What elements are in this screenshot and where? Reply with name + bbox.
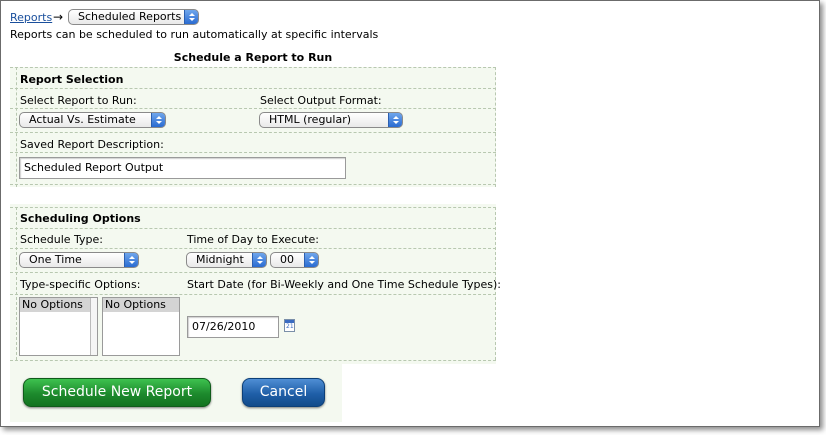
breadcrumb-reports-link[interactable]: Reports (10, 11, 52, 24)
scheduling-options-heading: Scheduling Options (20, 212, 141, 225)
cancel-button[interactable]: Cancel (242, 378, 325, 407)
report-select-label: Select Report to Run: (20, 94, 137, 107)
description-label: Saved Report Description: (20, 138, 164, 151)
select-arrows-icon (184, 10, 198, 24)
schedule-type-select[interactable]: One Time (19, 252, 139, 268)
minute-select[interactable]: 00 (270, 252, 319, 268)
type-options-list-2[interactable]: No Options (102, 297, 180, 356)
hour-select[interactable]: Midnight (186, 252, 267, 268)
format-select-label: Select Output Format: (260, 94, 382, 107)
time-of-day-label: Time of Day to Execute: (187, 233, 319, 246)
schedule-type-label: Schedule Type: (20, 233, 104, 246)
select-arrows-icon (304, 253, 318, 267)
report-select-value: Actual Vs. Estimate (29, 113, 136, 126)
type-options-label: Type-specific Options: (20, 278, 141, 291)
breadcrumb-current: Scheduled Reports (78, 10, 182, 23)
breadcrumb-report-select[interactable]: Scheduled Reports (68, 9, 199, 25)
calendar-icon[interactable]: 21 (284, 319, 295, 332)
format-select[interactable]: HTML (regular) (259, 112, 403, 128)
calendar-day: 21 (286, 323, 294, 330)
schedule-new-report-button[interactable]: Schedule New Report (23, 378, 211, 407)
select-arrows-icon (252, 253, 266, 267)
start-date-input[interactable]: 07/26/2010 (187, 316, 279, 338)
intro-text: Reports can be scheduled to run automati… (10, 28, 379, 41)
description-input[interactable]: Scheduled Report Output (19, 157, 346, 179)
report-select[interactable]: Actual Vs. Estimate (19, 112, 166, 128)
format-select-value: HTML (regular) (269, 113, 352, 126)
list-item[interactable]: No Options (20, 298, 97, 312)
scrollbar[interactable] (90, 298, 97, 355)
select-arrows-icon (124, 253, 138, 267)
select-arrows-icon (151, 113, 165, 127)
select-arrows-icon (388, 113, 402, 127)
page-title: Schedule a Report to Run (173, 51, 333, 64)
hour-select-value: Midnight (196, 253, 244, 266)
minute-select-value: 00 (280, 253, 294, 266)
start-date-label: Start Date (for Bi-Weekly and One Time S… (187, 278, 501, 291)
breadcrumb-arrow: → (53, 10, 64, 24)
type-options-list-1[interactable]: No Options (19, 297, 98, 356)
schedule-type-value: One Time (29, 253, 82, 266)
list-item[interactable]: No Options (103, 298, 179, 312)
report-selection-heading: Report Selection (20, 73, 124, 86)
